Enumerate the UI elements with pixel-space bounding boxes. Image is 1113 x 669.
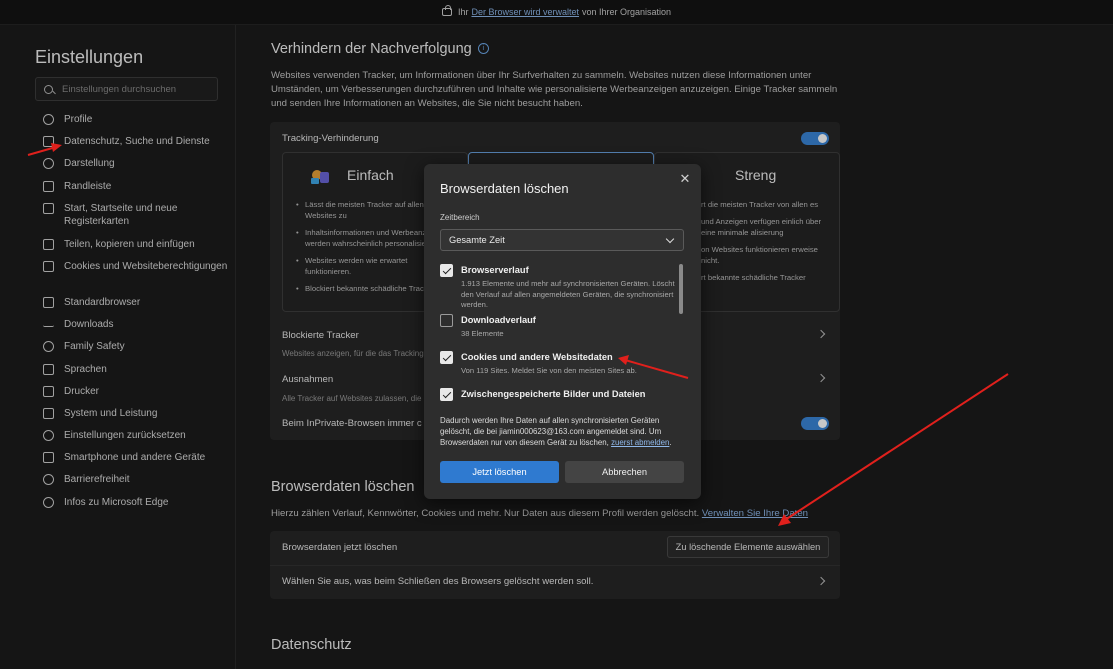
option-label: Browserverlauf [461, 265, 529, 275]
sync-note: Dadurch werden Ihre Daten auf allen sync… [440, 415, 690, 448]
option-label: Zwischengespeicherte Bilder und Dateien [461, 389, 646, 399]
dialog-title: Browserdaten löschen [440, 181, 569, 196]
clear-data-dialog: Browserdaten löschen ✕ Zeitbereich Gesam… [424, 164, 701, 499]
chevron-down-icon [665, 234, 675, 244]
list-scrollbar[interactable] [679, 264, 683, 314]
cookies-checkbox[interactable] [440, 351, 453, 364]
close-icon[interactable]: ✕ [679, 172, 691, 185]
cancel-button[interactable]: Abbrechen [565, 461, 684, 483]
cache-checkbox[interactable] [440, 388, 453, 401]
option-sub: 1.913 Elemente und mehr auf synchronisie… [461, 279, 675, 309]
data-type-list: Browserverlauf 1.913 Elemente und mehr a… [440, 262, 684, 390]
note-end: . [669, 438, 672, 447]
option-sub: Von 119 Sites. Meldet Sie von den meiste… [461, 366, 637, 375]
time-range-select[interactable]: Gesamte Zeit [440, 229, 684, 251]
sign-out-link[interactable]: zuerst abmelden [611, 438, 669, 447]
clear-now-button[interactable]: Jetzt löschen [440, 461, 559, 483]
time-range-value: Gesamte Zeit [449, 235, 505, 245]
option-label: Cookies und andere Websitedaten [461, 352, 613, 362]
option-sub: 38 Elemente [461, 329, 504, 338]
option-label: Downloadverlauf [461, 315, 536, 325]
time-range-label: Zeitbereich [440, 213, 480, 222]
history-checkbox[interactable] [440, 264, 453, 277]
downloads-checkbox[interactable] [440, 314, 453, 327]
